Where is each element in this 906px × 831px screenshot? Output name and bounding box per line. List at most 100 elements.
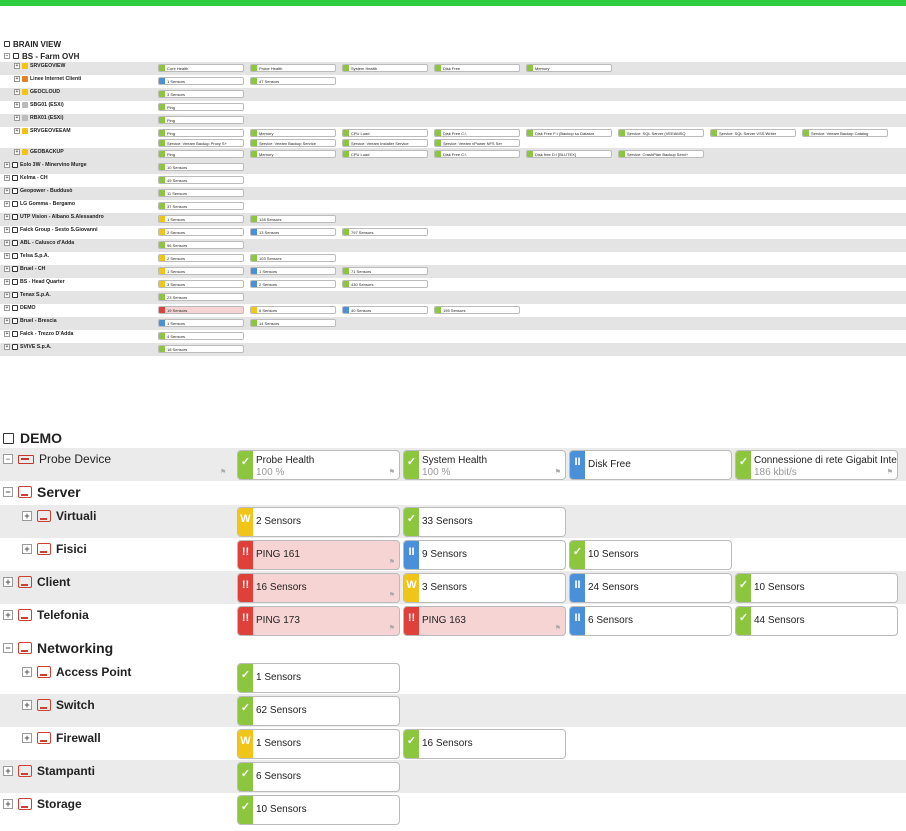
device-node[interactable]: + SRVGEOVEEAM: [14, 128, 71, 134]
group-node[interactable]: + Falck - Trezzo D'Adda: [4, 331, 73, 337]
expand-icon[interactable]: +: [22, 511, 32, 521]
sensor-tile[interactable]: ✓ 44 Sensors: [735, 606, 898, 636]
sensor-tile[interactable]: !! 16 Sensors ⚑: [237, 573, 400, 603]
sensor-tile[interactable]: Core Health 100 %: [158, 64, 244, 72]
tree-row[interactable]: + Switch ✓ 62 Sensors: [0, 694, 906, 727]
expand-icon[interactable]: +: [22, 667, 32, 677]
device-row[interactable]: + GEOCLOUD 3 Sensors: [0, 88, 906, 101]
sensor-summary-tile[interactable]: 103 Sensors: [250, 254, 336, 262]
tree-row[interactable]: + Client!! 16 Sensors ⚑ W 3 Sensors II 24 Senso…: [0, 571, 906, 604]
group-row[interactable]: + Kelma - CH 49 Sensors: [0, 174, 906, 187]
sensor-tile[interactable]: Service: CrashPlan Backup Servi+ 35 msec: [618, 150, 704, 158]
sensor-tile[interactable]: CPU Load 0 %: [342, 129, 428, 137]
sensor-summary-tile[interactable]: 18 Sensors: [158, 345, 244, 353]
group-node[interactable]: + SVIVE S.p.A.: [4, 344, 51, 350]
sensor-tile[interactable]: 47 Sensors: [250, 77, 336, 85]
expand-icon[interactable]: +: [4, 305, 10, 311]
expand-icon[interactable]: +: [4, 201, 10, 207]
sensor-summary-tile[interactable]: 13 Sensors: [250, 228, 336, 236]
expand-icon[interactable]: +: [14, 76, 20, 82]
tree-node[interactable]: + Fisici: [22, 542, 87, 556]
group-node[interactable]: + Bruel - CH: [4, 266, 45, 272]
sensor-tile[interactable]: System Health 100 %: [342, 64, 428, 72]
expand-icon[interactable]: +: [4, 240, 10, 246]
sensor-summary-tile[interactable]: 71 Sensors: [342, 267, 428, 275]
expand-icon[interactable]: +: [4, 279, 10, 285]
sensor-tile[interactable]: Service: Veeam Backup Catalog 34 msec: [802, 129, 888, 137]
sensor-summary-tile[interactable]: 2 Sensors: [158, 228, 244, 236]
sensor-tile[interactable]: II 9 Sensors: [403, 540, 566, 570]
sensor-tile[interactable]: ✓ System Health 100 % ⚑: [403, 450, 566, 480]
group-row[interactable]: + Bruel - CH 1 Sensors 1 Sensors 71 Sensors: [0, 265, 906, 278]
tree-row[interactable]: − Server: [0, 481, 906, 505]
group-node[interactable]: + Tenax S.p.A.: [4, 292, 51, 298]
expand-icon[interactable]: +: [4, 344, 10, 350]
group-row[interactable]: + Falck Group - Sesto S.Giovanni 2 Sensors…: [0, 226, 906, 239]
sensor-summary-tile[interactable]: 797 Sensors: [342, 228, 428, 236]
group-row[interactable]: + SVIVE S.p.A. 18 Sensors: [0, 343, 906, 356]
sensor-summary-tile[interactable]: 23 Sensors: [158, 293, 244, 301]
sensor-tile[interactable]: Disk Free F:\ (Backup su Datasor 23 %: [526, 129, 612, 137]
sensor-tile[interactable]: ✓ 16 Sensors: [403, 729, 566, 759]
group-node[interactable]: + Eolo 3W - Minervino Murge: [4, 162, 87, 168]
sensor-tile[interactable]: 1 Sensors: [158, 77, 244, 85]
tree-row[interactable]: + Virtuali W 2 Sensors ✓ 33 Sensors: [0, 505, 906, 538]
sensor-tile[interactable]: Disk Free C:\ 28 %: [434, 129, 520, 137]
expand-icon[interactable]: −: [3, 487, 13, 497]
group-node[interactable]: + Geopower - Buddusò: [4, 188, 72, 194]
expand-icon[interactable]: +: [4, 266, 10, 272]
device-row[interactable]: + GEOBACKUP Ping 0 msec Memory 70 % CPU Load 1 …: [0, 148, 906, 161]
sensor-tile[interactable]: Service: SQL Server (VEEAMSQ 33 msec: [618, 129, 704, 137]
sensor-tile[interactable]: ✓ 1 Sensors: [237, 663, 400, 693]
device-node[interactable]: + GEOBACKUP: [14, 149, 64, 155]
tree-row[interactable]: + Telefonia!! PING 173 ⚑!! PING 163 ⚑ II 6 Sens…: [0, 604, 906, 637]
tree-row[interactable]: + Storage ✓ 10 Sensors: [0, 793, 906, 826]
sensor-summary-tile[interactable]: 3 Sensors: [158, 280, 244, 288]
tree-row[interactable]: − Networking: [0, 637, 906, 661]
sensor-tile[interactable]: Service: Veeam Backup Service 38 msec: [250, 139, 336, 147]
brain-view-root[interactable]: BRAIN VIEW: [0, 38, 906, 50]
group-row[interactable]: + DEMO 19 Sensors 6 Sensors 40 Sensors 195 Se…: [0, 304, 906, 317]
sensor-tile[interactable]: Memory 47 %: [526, 64, 612, 72]
tree-node[interactable]: − Server: [3, 484, 81, 500]
group-row[interactable]: + Eolo 3W - Minervino Murge 10 Sensors: [0, 161, 906, 174]
sensor-tile[interactable]: CPU Load 1 %: [342, 150, 428, 158]
tree-node[interactable]: − Probe Device: [3, 452, 111, 466]
group-node[interactable]: + Falck Group - Sesto S.Giovanni: [4, 227, 98, 233]
expand-icon[interactable]: +: [4, 253, 10, 259]
sensor-tile[interactable]: ✓ 62 Sensors: [237, 696, 400, 726]
tree-node[interactable]: + Storage: [3, 797, 82, 811]
expand-icon[interactable]: +: [3, 577, 13, 587]
device-node[interactable]: + GEOCLOUD: [14, 89, 60, 95]
sensor-summary-tile[interactable]: 430 Sensors: [342, 280, 428, 288]
sensor-tile[interactable]: Ping 0 msec: [158, 150, 244, 158]
tree-row[interactable]: + Fisici!! PING 161 ⚑ II 9 Sensors ✓ 10 Sensors: [0, 538, 906, 571]
tree-row[interactable]: + Stampanti ✓ 6 Sensors: [0, 760, 906, 793]
sensor-tile[interactable]: Disk Free 12 %: [434, 64, 520, 72]
tree-node[interactable]: + Access Point: [22, 665, 131, 679]
expand-icon[interactable]: +: [4, 318, 10, 324]
sensor-summary-tile[interactable]: 2 Sensors: [158, 254, 244, 262]
sensor-tile[interactable]: II Disk Free: [569, 450, 732, 480]
group-row[interactable]: + Telsa S.p.A. 2 Sensors 103 Sensors: [0, 252, 906, 265]
sensor-tile[interactable]: ✓ 10 Sensors: [237, 795, 400, 825]
sensor-tile[interactable]: W3 Sensors: [403, 573, 566, 603]
sensor-summary-tile[interactable]: 11 Sensors: [158, 189, 244, 197]
expand-icon[interactable]: +: [14, 63, 20, 69]
tree-node[interactable]: + Firewall: [22, 731, 101, 745]
expand-icon[interactable]: +: [3, 766, 13, 776]
tree-node[interactable]: + Telefonia: [3, 608, 89, 622]
sensor-tile[interactable]: Ping 0 msec: [158, 103, 244, 111]
sensor-summary-tile[interactable]: 19 Sensors: [158, 306, 244, 314]
tree-node[interactable]: − Networking: [3, 640, 113, 656]
expand-icon[interactable]: +: [3, 799, 13, 809]
sensor-tile[interactable]: Memory 70 %: [250, 150, 336, 158]
sensor-summary-tile[interactable]: 6 Sensors: [250, 306, 336, 314]
sensor-summary-tile[interactable]: 128 Sensors: [250, 215, 336, 223]
group-row[interactable]: + Bruel - Brescia 1 Sensors 14 Sensors: [0, 317, 906, 330]
group-node[interactable]: + UTP Vision - Albano S.Alessandro: [4, 214, 104, 220]
expand-icon[interactable]: +: [22, 733, 32, 743]
device-row[interactable]: + SBG01 (ESXi) Ping 0 msec: [0, 101, 906, 114]
expand-icon[interactable]: +: [3, 610, 13, 620]
sensor-summary-tile[interactable]: 2 Sensors: [250, 280, 336, 288]
